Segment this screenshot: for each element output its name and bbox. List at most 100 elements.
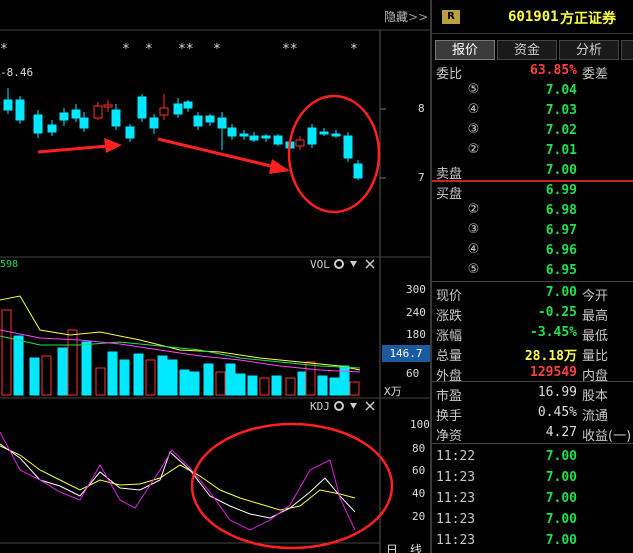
volume-bar (13, 335, 24, 396)
price-axis-7: 7 (418, 171, 425, 184)
vol-axis-240: 240 (406, 306, 426, 319)
volume-bar (271, 375, 282, 396)
tick-time: 11:23 (436, 491, 476, 506)
annotation-circle-price (287, 94, 381, 214)
signal-star: ** (178, 42, 194, 57)
vol-close-icon[interactable] (365, 259, 375, 269)
kdj-gear-icon[interactable] (334, 401, 344, 411)
fund-value: 4.27 (545, 425, 577, 440)
period-tab-line[interactable]: 线 (410, 541, 422, 553)
quote-value: -0.25 (537, 305, 577, 320)
candle-body (79, 117, 89, 129)
annotation-circle-kdj (190, 422, 394, 550)
volume-bar (41, 355, 52, 396)
chart-area[interactable]: 隐藏>> * * * ** * ** * -8.46 598 8 7 VOL 300 240… (0, 0, 430, 553)
kdj-axis-100: 100 (410, 418, 430, 431)
buy-row: ④ 6.96 (432, 241, 633, 261)
period-tab-day[interactable]: 日 (386, 541, 398, 553)
sell-price: 7.00 (545, 163, 577, 178)
candle-body (193, 115, 203, 127)
volume-bar (57, 347, 68, 396)
volume-bar (329, 377, 340, 396)
order-ratio-row: 委比 63.85% 委差 (432, 61, 633, 82)
sell-level-num: ② (467, 142, 480, 157)
fund-label2: 股本 (582, 389, 609, 404)
candle-body (15, 99, 25, 121)
tick-price: 7.00 (545, 470, 577, 485)
quote-label2: 最低 (582, 329, 609, 344)
quote-row: 外盘 129549 内盘 (432, 363, 633, 384)
buy-price: 6.96 (545, 243, 577, 258)
quote-value: 7.00 (545, 285, 577, 300)
tick-price: 7.00 (545, 533, 577, 548)
quote-label2: 量比 (582, 349, 609, 364)
kdj-axis-80: 80 (412, 442, 426, 455)
candle-body (331, 133, 341, 137)
vol-gear-icon[interactable] (334, 259, 344, 269)
buy-row: ③ 6.97 (432, 221, 633, 241)
candle-body (295, 139, 305, 147)
tab-funds[interactable]: 资金 (497, 40, 557, 60)
kdj-settings-icon[interactable] (350, 403, 357, 409)
volume-bar (145, 359, 156, 396)
volume-bar (339, 365, 350, 396)
quote-row: 总量 28.18万 量比 (432, 343, 633, 364)
vol-settings-icon[interactable] (350, 261, 357, 267)
kdj-j-line (0, 431, 356, 531)
candle-body (111, 109, 121, 127)
kdj-chart (0, 431, 356, 531)
fund-label: 净资 (436, 429, 463, 444)
volume-bar (305, 361, 316, 396)
sell-level-num: ⑤ (467, 82, 480, 97)
candle-body (3, 99, 13, 111)
candle-body (47, 124, 57, 133)
tick-time: 11:23 (436, 533, 476, 548)
order-ratio-label: 委比 (436, 67, 463, 82)
buy-level-num: ⑤ (467, 262, 480, 277)
quote-label: 涨幅 (436, 329, 463, 344)
sell-price: 7.03 (545, 103, 577, 118)
volume-bar (225, 363, 236, 396)
candle-body (343, 135, 353, 159)
annotation-arrows (37, 137, 290, 174)
candle-body (217, 117, 227, 129)
volume-chart (0, 295, 361, 396)
stock-name: 方正证券 (560, 11, 616, 27)
fund-label2: 流通 (582, 409, 609, 424)
volume-bar (259, 377, 270, 396)
candle-body (353, 163, 363, 179)
fund-row: 换手 0.45% 流通 (432, 403, 633, 424)
tick-price: 7.00 (545, 491, 577, 506)
volume-bar (235, 373, 246, 396)
volume-bar (29, 357, 40, 396)
candle-body (261, 135, 271, 139)
tab-quote[interactable]: 报价 (435, 40, 495, 60)
vol-axis-300: 300 (406, 283, 426, 296)
sell-row: 卖盘 7.00 (432, 161, 633, 182)
candle-body (137, 96, 147, 119)
sell-row: ⑤ 7.04 (432, 81, 633, 101)
price-axis-8: 8 (418, 102, 425, 115)
buy-price: 6.98 (545, 203, 577, 218)
sell-price: 7.02 (545, 123, 577, 138)
hide-arrows-icon: >> (408, 10, 429, 24)
hide-button[interactable]: 隐藏>> (384, 8, 428, 25)
tick-row: 11:23 7.00 (432, 531, 633, 551)
fund-label2: 收益(一) (582, 429, 632, 444)
candle-body (183, 101, 193, 109)
chart-svg (0, 29, 430, 553)
fund-value: 0.45% (537, 405, 577, 420)
kdj-close-icon[interactable] (365, 401, 375, 411)
candlestick-chart (3, 88, 363, 180)
signal-star: * (122, 42, 130, 57)
tick-row: 11:22 7.00 (432, 447, 633, 467)
sell-row: ③ 7.02 (432, 121, 633, 141)
volume-bar (167, 359, 178, 396)
kdj-axis-40: 40 (412, 487, 426, 500)
order-diff-label: 委差 (582, 67, 609, 82)
tab-more[interactable] (621, 40, 633, 60)
volume-bar (317, 375, 328, 396)
tab-analysis[interactable]: 分析 (559, 40, 619, 60)
quote-value: 129549 (530, 365, 577, 380)
buy-level-num: ④ (467, 242, 480, 257)
